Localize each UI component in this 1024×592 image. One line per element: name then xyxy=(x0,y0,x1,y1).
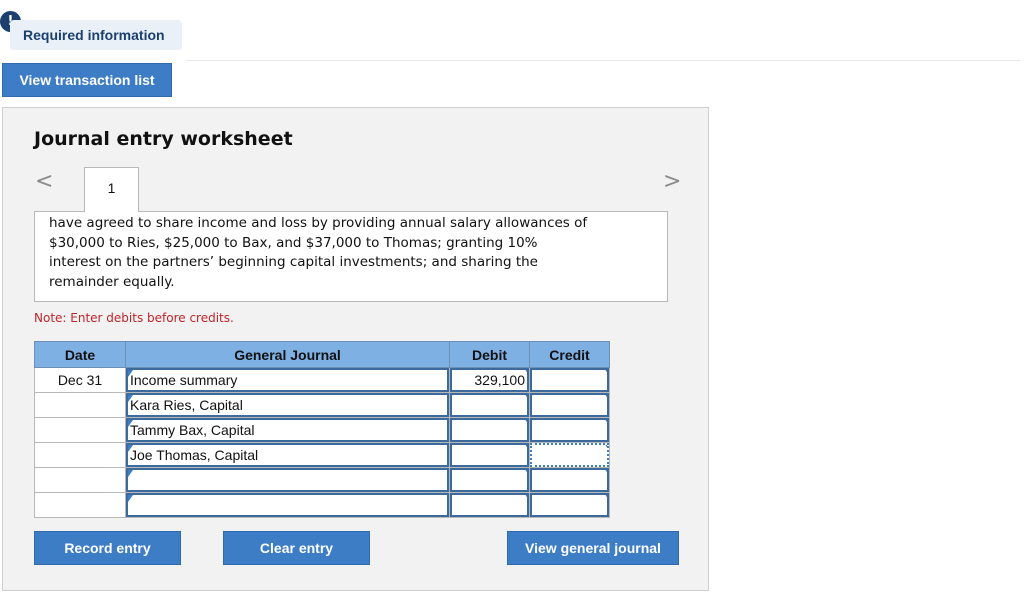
table-row: Joe Thomas, Capital xyxy=(34,442,610,468)
required-information-label: Required information xyxy=(23,27,165,43)
date-cell[interactable] xyxy=(34,392,126,418)
debit-field[interactable] xyxy=(450,468,529,492)
header-general-journal: General Journal xyxy=(125,341,450,368)
chevron-right-icon[interactable]: > xyxy=(663,171,681,193)
account-field[interactable]: Joe Thomas, Capital xyxy=(126,443,449,467)
worksheet-title: Journal entry worksheet xyxy=(34,128,293,150)
journal-entry-worksheet-panel: Journal entry worksheet < > 1 have agree… xyxy=(2,107,709,591)
general-journal-table: Date General Journal Debit Credit Dec 31… xyxy=(34,341,610,518)
account-field[interactable]: Kara Ries, Capital xyxy=(126,393,449,417)
table-header-row: Date General Journal Debit Credit xyxy=(34,341,610,368)
debit-field[interactable] xyxy=(450,493,529,517)
required-information-tab[interactable]: Required information xyxy=(10,20,182,50)
clear-entry-button[interactable]: Clear entry xyxy=(223,531,370,565)
credit-field[interactable] xyxy=(530,418,609,442)
view-general-journal-button[interactable]: View general journal xyxy=(507,531,679,565)
table-row: Dec 31 Income summary 329,100 xyxy=(34,367,610,393)
header-credit: Credit xyxy=(529,341,610,368)
divider xyxy=(186,60,1020,61)
credit-field-focused[interactable] xyxy=(530,443,609,467)
credit-field[interactable] xyxy=(530,393,609,417)
table-row: Tammy Bax, Capital xyxy=(34,417,610,443)
credit-field[interactable] xyxy=(530,468,609,492)
transaction-description: have agreed to share income and loss by … xyxy=(34,211,668,302)
tab-label: 1 xyxy=(107,180,116,196)
table-row xyxy=(34,492,610,518)
date-cell[interactable] xyxy=(34,467,126,493)
account-field[interactable] xyxy=(126,468,449,492)
debit-field[interactable]: 329,100 xyxy=(450,368,529,392)
credit-field[interactable] xyxy=(530,493,609,517)
debit-field[interactable] xyxy=(450,418,529,442)
header-date: Date xyxy=(34,341,126,368)
date-cell[interactable] xyxy=(34,417,126,443)
header-debit: Debit xyxy=(449,341,530,368)
table-row: Kara Ries, Capital xyxy=(34,392,610,418)
account-field[interactable] xyxy=(126,493,449,517)
record-entry-button[interactable]: Record entry xyxy=(34,531,181,565)
debit-field[interactable] xyxy=(450,393,529,417)
table-row xyxy=(34,467,610,493)
date-cell[interactable]: Dec 31 xyxy=(34,367,126,393)
account-field[interactable]: Income summary xyxy=(126,368,449,392)
date-cell[interactable] xyxy=(34,442,126,468)
tab-entry-1[interactable]: 1 xyxy=(84,167,139,212)
entry-note: Note: Enter debits before credits. xyxy=(34,311,234,325)
credit-field[interactable] xyxy=(530,368,609,392)
account-field[interactable]: Tammy Bax, Capital xyxy=(126,418,449,442)
view-transaction-list-button[interactable]: View transaction list xyxy=(2,63,172,97)
date-cell[interactable] xyxy=(34,492,126,518)
chevron-left-icon[interactable]: < xyxy=(35,171,53,193)
debit-field[interactable] xyxy=(450,443,529,467)
